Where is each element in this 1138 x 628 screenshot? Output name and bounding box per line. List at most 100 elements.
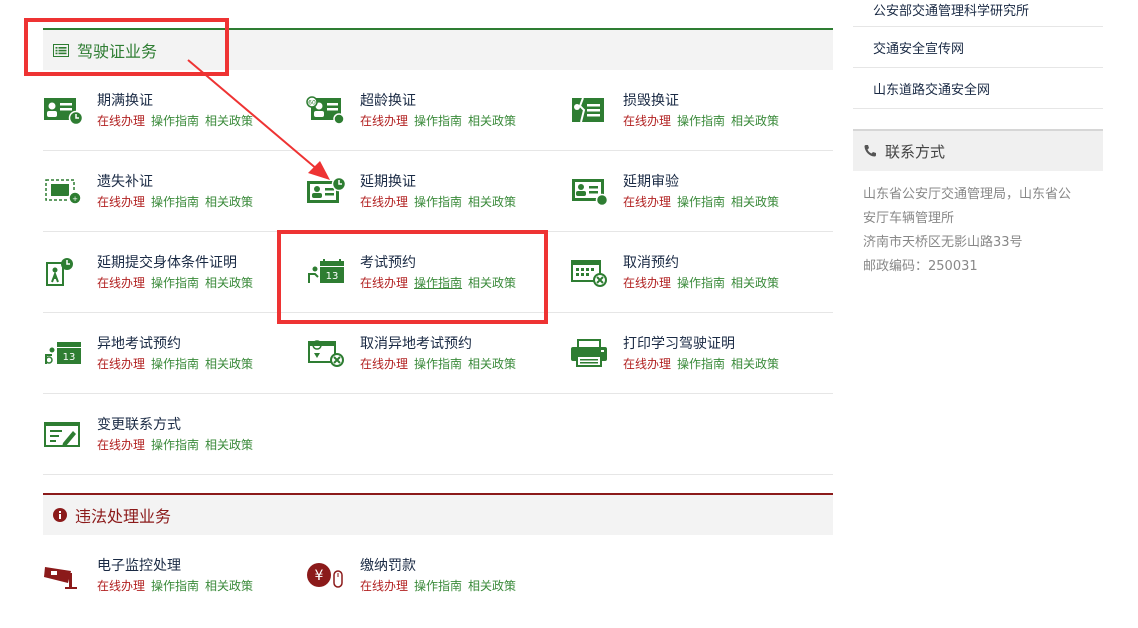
service-name[interactable]: 遗失补证: [97, 174, 259, 190]
contact-line: 济南市天桥区无影山路33号: [863, 235, 1023, 250]
policy-link[interactable]: 相关政策: [731, 357, 779, 371]
service-name[interactable]: 期满换证: [97, 93, 259, 109]
service-item[interactable]: ¥ 缴纳罚款 在线办理 操作指南 相关政策: [306, 535, 569, 616]
empty-cell: [569, 394, 833, 475]
contact-line: 山东省公安厅交通管理局，山东省公: [863, 187, 1072, 202]
sidebar-link[interactable]: 交通安全宣传网: [853, 27, 1103, 68]
contact-line: 邮政编码：250031: [863, 259, 978, 274]
guide-link[interactable]: 操作指南: [151, 114, 199, 128]
service-item[interactable]: 延期提交身体条件证明 在线办理 操作指南 相关政策: [43, 232, 306, 313]
service-item[interactable]: 电子监控处理 在线办理 操作指南 相关政策: [43, 535, 306, 616]
service-name[interactable]: 异地考试预约: [97, 336, 259, 352]
online-link[interactable]: 在线办理: [97, 114, 145, 128]
policy-link[interactable]: 相关政策: [731, 276, 779, 290]
policy-link[interactable]: 相关政策: [731, 114, 779, 128]
lost-card-icon: +: [43, 175, 83, 207]
contact-edit-icon: [43, 418, 83, 450]
service-item[interactable]: 取消异地考试预约 在线办理 操作指南 相关政策: [306, 313, 569, 394]
guide-link[interactable]: 操作指南: [151, 357, 199, 371]
svg-text:60: 60: [308, 100, 316, 107]
service-name[interactable]: 损毁换证: [623, 93, 785, 109]
policy-link[interactable]: 相关政策: [205, 357, 253, 371]
guide-link[interactable]: 操作指南: [414, 357, 462, 371]
service-item[interactable]: 损毁换证 在线办理 操作指南 相关政策: [569, 70, 833, 151]
id-card-delay-icon: [306, 175, 346, 207]
online-link[interactable]: 在线办理: [623, 195, 671, 209]
guide-link[interactable]: 操作指南: [151, 438, 199, 452]
id-card-clock-icon: [43, 94, 83, 126]
policy-link[interactable]: 相关政策: [205, 114, 253, 128]
online-link[interactable]: 在线办理: [97, 357, 145, 371]
policy-link[interactable]: 相关政策: [205, 438, 253, 452]
service-item[interactable]: 延期审验 在线办理 操作指南 相关政策: [569, 151, 833, 232]
guide-link[interactable]: 操作指南: [151, 195, 199, 209]
policy-link[interactable]: 相关政策: [205, 195, 253, 209]
cancel-calendar-icon: [569, 256, 609, 288]
violation-section-header: 违法处理业务: [43, 493, 833, 535]
policy-link[interactable]: 相关政策: [468, 357, 516, 371]
online-link[interactable]: 在线办理: [623, 114, 671, 128]
service-item[interactable]: 13 异地考试预约 在线办理 操作指南 相关政策: [43, 313, 306, 394]
service-name[interactable]: 延期换证: [360, 174, 522, 190]
id-card-age-icon: 60: [306, 94, 346, 126]
guide-link[interactable]: 操作指南: [677, 276, 725, 290]
online-link[interactable]: 在线办理: [623, 357, 671, 371]
service-name[interactable]: 取消预约: [623, 255, 785, 271]
guide-link[interactable]: 操作指南: [677, 195, 725, 209]
id-card-review-icon: [569, 175, 609, 207]
online-link[interactable]: 在线办理: [360, 195, 408, 209]
online-link[interactable]: 在线办理: [360, 114, 408, 128]
sidebar-link[interactable]: 公安部交通管理科学研究所: [853, 0, 1103, 27]
contact-title: 联系方式: [885, 142, 946, 161]
service-name[interactable]: 缴纳罚款: [360, 558, 522, 574]
service-name[interactable]: 延期审验: [623, 174, 785, 190]
online-link[interactable]: 在线办理: [360, 579, 408, 593]
violation-services-grid: 电子监控处理 在线办理 操作指南 相关政策 ¥ 缴纳罚款 在线办理 操作指南 相关政策: [43, 535, 833, 616]
phone-icon: [864, 145, 876, 157]
service-name[interactable]: 取消异地考试预约: [360, 336, 522, 352]
service-item[interactable]: 60 超龄换证 在线办理 操作指南 相关政策: [306, 70, 569, 151]
guide-link[interactable]: 操作指南: [151, 579, 199, 593]
annotation-box-section: [24, 18, 229, 76]
remote-exam-calendar-icon: 13: [43, 337, 83, 369]
service-name[interactable]: 延期提交身体条件证明: [97, 255, 259, 271]
sidebar-link[interactable]: 山东道路交通安全网: [853, 68, 1103, 109]
empty-cell: [306, 394, 569, 475]
service-name[interactable]: 变更联系方式: [97, 417, 259, 433]
policy-link[interactable]: 相关政策: [205, 276, 253, 290]
guide-link[interactable]: 操作指南: [414, 195, 462, 209]
policy-link[interactable]: 相关政策: [468, 114, 516, 128]
policy-link[interactable]: 相关政策: [731, 195, 779, 209]
service-item[interactable]: 取消预约 在线办理 操作指南 相关政策: [569, 232, 833, 313]
policy-link[interactable]: 相关政策: [468, 195, 516, 209]
online-link[interactable]: 在线办理: [97, 579, 145, 593]
policy-link[interactable]: 相关政策: [205, 579, 253, 593]
service-name[interactable]: 打印学习驾驶证明: [623, 336, 785, 352]
contact-line: 安厅车辆管理所: [863, 211, 955, 226]
guide-link[interactable]: 操作指南: [677, 114, 725, 128]
online-link[interactable]: 在线办理: [97, 438, 145, 452]
guide-link[interactable]: 操作指南: [677, 357, 725, 371]
service-item[interactable]: 延期换证 在线办理 操作指南 相关政策: [306, 151, 569, 232]
printer-icon: [569, 337, 609, 369]
guide-link[interactable]: 操作指南: [151, 276, 199, 290]
guide-link[interactable]: 操作指南: [414, 579, 462, 593]
service-item[interactable]: + 遗失补证 在线办理 操作指南 相关政策: [43, 151, 306, 232]
sidebar: 公安部交通管理科学研究所 交通安全宣传网 山东道路交通安全网 联系方式 山东省公…: [853, 0, 1103, 291]
health-certificate-icon: [43, 256, 83, 288]
online-link[interactable]: 在线办理: [97, 195, 145, 209]
service-name[interactable]: 超龄换证: [360, 93, 522, 109]
annotation-box-exam: [277, 230, 548, 324]
service-item[interactable]: 期满换证 在线办理 操作指南 相关政策: [43, 70, 306, 151]
section-title: 违法处理业务: [75, 507, 172, 526]
online-link[interactable]: 在线办理: [360, 357, 408, 371]
yuan-payment-icon: ¥: [306, 560, 346, 592]
service-item[interactable]: 变更联系方式 在线办理 操作指南 相关政策: [43, 394, 306, 475]
service-item[interactable]: 打印学习驾驶证明 在线办理 操作指南 相关政策: [569, 313, 833, 394]
online-link[interactable]: 在线办理: [97, 276, 145, 290]
online-link[interactable]: 在线办理: [623, 276, 671, 290]
policy-link[interactable]: 相关政策: [468, 579, 516, 593]
guide-link[interactable]: 操作指南: [414, 114, 462, 128]
service-name[interactable]: 电子监控处理: [97, 558, 259, 574]
